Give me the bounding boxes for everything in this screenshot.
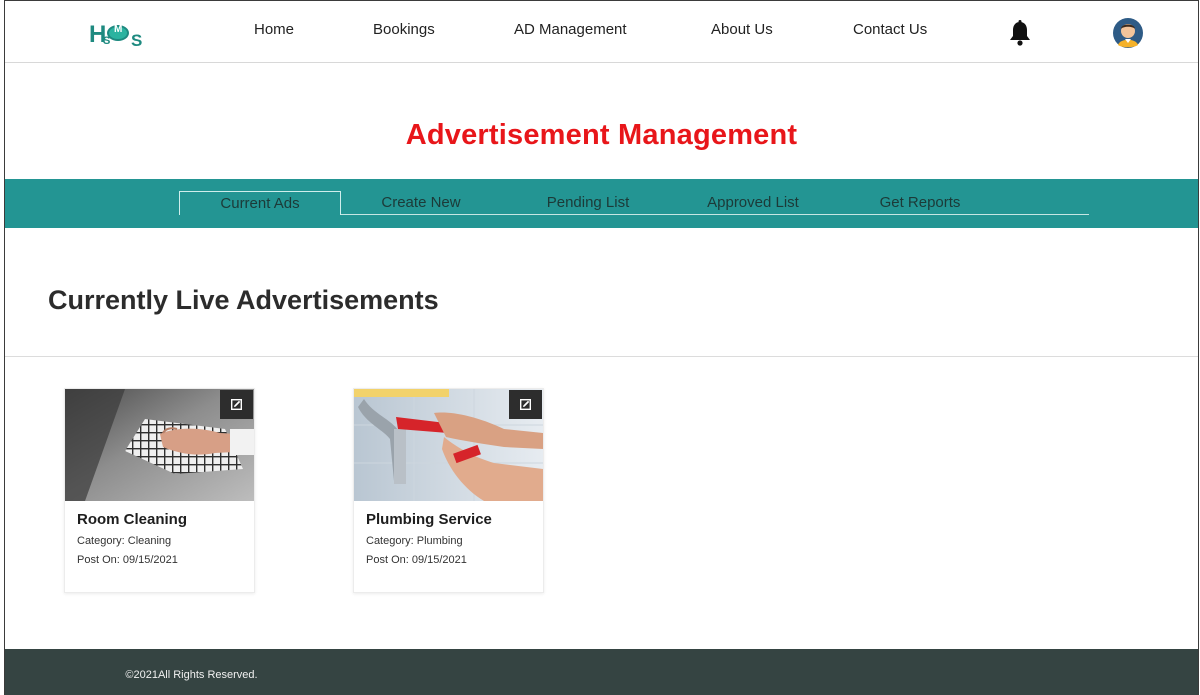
edit-button[interactable] — [509, 390, 542, 419]
nav-bookings[interactable]: Bookings — [373, 21, 435, 38]
nav-about-us[interactable]: About Us — [711, 21, 773, 38]
avatar-icon[interactable] — [1113, 18, 1143, 48]
top-navbar: H M S S Home Bookings AD Management Abou… — [5, 1, 1198, 63]
tab-create-new[interactable]: Create New — [349, 191, 493, 215]
tab-get-reports[interactable]: Get Reports — [847, 191, 993, 215]
section-title: Currently Live Advertisements — [48, 285, 439, 315]
bell-icon[interactable] — [1008, 20, 1032, 46]
logo[interactable]: H M S S — [89, 19, 159, 50]
card-category: Category: Plumbing — [366, 535, 463, 547]
tab-approved-list[interactable]: Approved List — [682, 191, 824, 215]
card-title: Plumbing Service — [366, 511, 492, 528]
app-frame: H M S S Home Bookings AD Management Abou… — [4, 0, 1199, 695]
nav-ad-management[interactable]: AD Management — [514, 21, 627, 38]
footer-copyright: ©2021All Rights Reserved. — [125, 669, 258, 681]
edit-button[interactable] — [220, 390, 253, 419]
edit-icon — [231, 399, 242, 410]
card-title: Room Cleaning — [77, 511, 188, 528]
edit-icon — [520, 399, 531, 410]
page-title: Advertisement Management — [405, 119, 798, 151]
footer: ©2021All Rights Reserved. — [5, 649, 1198, 695]
nav-home[interactable]: Home — [254, 21, 294, 38]
card-post-date: Post On: 09/15/2021 — [77, 554, 178, 566]
tab-pending-list[interactable]: Pending List — [515, 191, 661, 215]
section-divider — [5, 356, 1198, 357]
card-post-date: Post On: 09/15/2021 — [366, 554, 467, 566]
tab-current-ads[interactable]: Current Ads — [179, 191, 341, 215]
ad-card[interactable]: Room Cleaning Category: Cleaning Post On… — [64, 388, 255, 593]
card-category: Category: Cleaning — [77, 535, 172, 547]
nav-contact-us[interactable]: Contact Us — [853, 21, 927, 38]
ad-card[interactable]: Plumbing Service Category: Plumbing Post… — [353, 388, 544, 593]
tab-bar: Current Ads Create New Pending List Appr… — [5, 179, 1198, 228]
